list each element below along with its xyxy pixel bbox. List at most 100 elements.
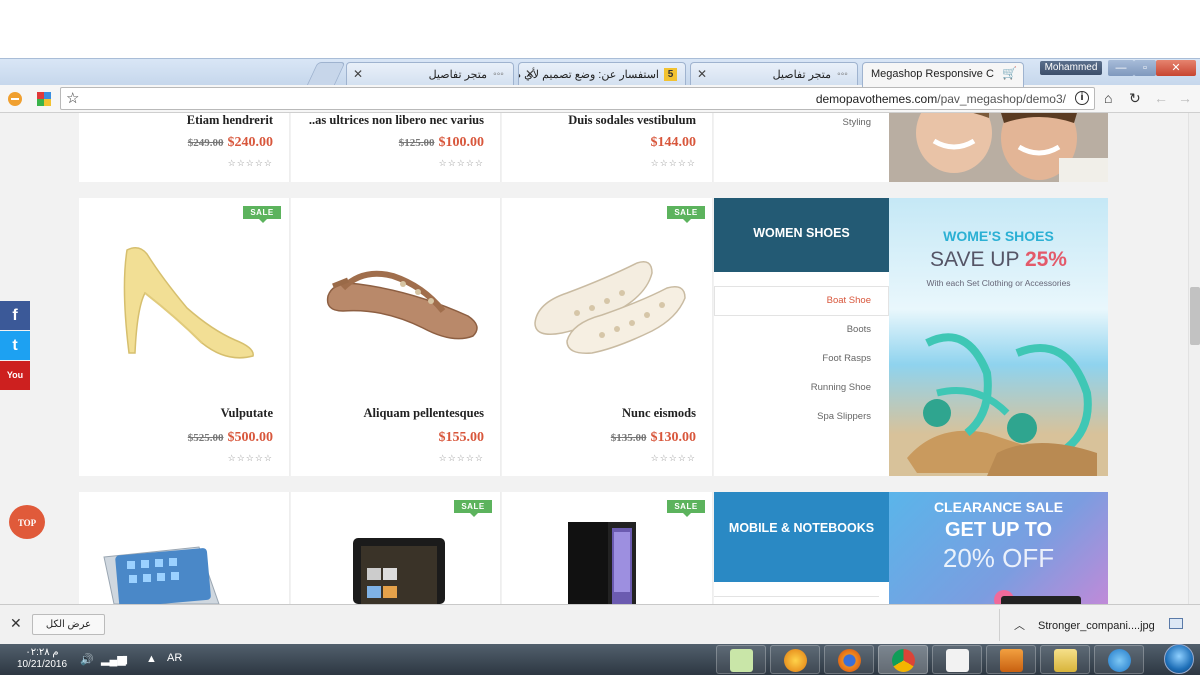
- taskbar-chrome[interactable]: [878, 645, 928, 674]
- category-item-boat-shoe[interactable]: Boat Shoe: [827, 295, 871, 306]
- taskbar-ie[interactable]: [1094, 645, 1144, 674]
- tab-title: Megashop Responsive C: [871, 68, 994, 80]
- product-image-tablet[interactable]: [353, 538, 445, 604]
- close-tab-icon[interactable]: ✕: [353, 67, 363, 81]
- forward-icon[interactable]: ←: [1154, 90, 1168, 106]
- couple-banner-image[interactable]: [889, 113, 1108, 182]
- minimize-button[interactable]: —: [1108, 60, 1134, 76]
- address-bar[interactable]: ☆ demopavothemes.com/pav_megashop/demo3/…: [60, 87, 1095, 110]
- taskbar-app-1[interactable]: [716, 645, 766, 674]
- extension-icon[interactable]: [8, 92, 22, 106]
- maximize-button[interactable]: ▫: [1134, 60, 1156, 76]
- product-price: $155.00: [439, 428, 485, 446]
- product-card[interactable]: SALE: [502, 492, 713, 604]
- mobile-notebooks-header[interactable]: MOBILE & NOTEBOOKS: [714, 492, 889, 582]
- rating-stars: ☆☆☆☆☆: [650, 158, 696, 168]
- product-card[interactable]: Duis sodales vestibulum $144.00 ☆☆☆☆☆: [502, 113, 713, 182]
- category-item[interactable]: Styling: [842, 117, 871, 128]
- product-card[interactable]: [79, 492, 290, 604]
- volume-icon[interactable]: 🔊: [80, 653, 94, 666]
- internet-explorer-icon: [1108, 649, 1131, 672]
- tab-store-1[interactable]: ✕ متجر تفاصيل ◦◦◦: [346, 62, 514, 86]
- site-info-icon[interactable]: i: [1075, 91, 1089, 105]
- banner-subtitle: With each Set Clothing or Accessories: [926, 278, 1071, 288]
- start-button[interactable]: [1164, 644, 1194, 674]
- category-item-spa-slippers[interactable]: Spa Slippers: [817, 411, 871, 422]
- tab-title: استفسار عن: وضع تصميم لأي م: [518, 69, 659, 81]
- product-image-phone-case[interactable]: [568, 522, 638, 604]
- product-card[interactable]: SALE Vulputate $525.00 $500.00 ☆☆☆☆☆: [79, 198, 290, 476]
- system-clock[interactable]: ۰۲:۲۸ م 10/21/2016: [12, 647, 72, 671]
- download-item[interactable]: ︿ Stronger_compani....jpg: [999, 609, 1189, 641]
- extension-grid-icon[interactable]: [37, 92, 51, 106]
- product-name[interactable]: Etiam hendrerit: [73, 113, 273, 128]
- product-card[interactable]: Etiam hendrerit $249.00 $240.00 ☆☆☆☆☆: [79, 113, 290, 182]
- close-tab-icon[interactable]: ✕: [697, 67, 707, 81]
- taskbar-app-5[interactable]: [932, 645, 982, 674]
- product-name[interactable]: ..as ultrices non libero nec varius: [284, 113, 484, 128]
- product-name[interactable]: Vulputate: [73, 406, 273, 421]
- womens-shoes-banner[interactable]: WOME'S SHOES SAVE UP 25% With each Set C…: [889, 198, 1108, 476]
- tray-expand-icon[interactable]: ▲: [146, 653, 157, 665]
- category-item-foot-rasps[interactable]: Foot Rasps: [822, 353, 871, 364]
- tab-store-2[interactable]: ✕ متجر تفاصيل ◦◦◦: [690, 62, 858, 86]
- product-row-2: SALE Vulputate $525.00 $500.00 ☆☆☆☆☆ Ali…: [79, 198, 1108, 476]
- old-price: $525.00: [187, 432, 224, 444]
- new-tab-button[interactable]: [306, 62, 346, 86]
- download-filename: Stronger_compani....jpg: [1038, 620, 1155, 632]
- category-item-boots[interactable]: Boots: [847, 324, 871, 335]
- reload-icon[interactable]: ↻: [1129, 90, 1141, 107]
- taskbar-firefox[interactable]: [824, 645, 874, 674]
- product-card[interactable]: ..as ultrices non libero nec varius $125…: [291, 113, 501, 182]
- product-image-loafers[interactable]: [527, 253, 692, 358]
- product-image-sandal[interactable]: [323, 266, 483, 346]
- youtube-icon[interactable]: You: [0, 361, 30, 390]
- home-icon[interactable]: ⌂: [1104, 90, 1112, 106]
- cart-icon: 🛒: [1002, 66, 1017, 80]
- product-row-1: Etiam hendrerit $249.00 $240.00 ☆☆☆☆☆ ..a…: [79, 113, 1108, 182]
- taskbar-app-6[interactable]: [986, 645, 1036, 674]
- close-window-button[interactable]: ✕: [1156, 60, 1196, 76]
- taskbar-app-2[interactable]: [770, 645, 820, 674]
- women-shoes-category-list: Boat Shoe Boots Foot Rasps Running Shoe …: [714, 272, 889, 476]
- tab-megashop[interactable]: Megashop Responsive C 🛒: [862, 62, 1024, 87]
- category-item-running-shoe[interactable]: Running Shoe: [811, 382, 871, 393]
- profile-button[interactable]: Mohammed: [1040, 61, 1102, 75]
- chevron-up-icon[interactable]: ︿: [1014, 617, 1025, 633]
- mobile-category-list: [714, 582, 889, 604]
- old-price: $125.00: [398, 137, 435, 149]
- sale-badge: SALE: [454, 500, 492, 517]
- product-card[interactable]: SALE: [291, 492, 501, 604]
- scrollbar-thumb[interactable]: [1190, 287, 1200, 345]
- close-download-bar-icon[interactable]: ✕: [10, 615, 22, 632]
- product-card[interactable]: SALE Nunc eismods $135.00 $130.00 ☆☆☆☆☆: [502, 198, 713, 476]
- url-path: /pav_megashop/demo3/: [937, 92, 1066, 106]
- product-price: $125.00 $100.00: [399, 133, 484, 151]
- taskbar-explorer[interactable]: [1040, 645, 1090, 674]
- current-price: $240.00: [227, 135, 274, 150]
- current-price: $144.00: [650, 135, 697, 150]
- product-name[interactable]: Duis sodales vestibulum: [496, 113, 696, 128]
- facebook-icon[interactable]: f: [0, 301, 30, 330]
- women-shoes-header[interactable]: WOMEN SHOES: [714, 198, 889, 272]
- product-image-tablet-stand[interactable]: [99, 537, 224, 604]
- product-name[interactable]: Aliquam pellentesques: [284, 406, 484, 421]
- twitter-icon[interactable]: t: [0, 331, 30, 360]
- back-to-top-button[interactable]: TOP: [9, 505, 45, 539]
- product-name[interactable]: Nunc eismods: [496, 406, 696, 421]
- banner-title: WOME'S SHOES: [943, 228, 1054, 244]
- paint-icon: [730, 649, 753, 672]
- site-favicon-icon: 5: [664, 68, 677, 81]
- back-icon[interactable]: →: [1178, 90, 1192, 106]
- power-icon[interactable]: ▮: [122, 653, 128, 666]
- divider: [714, 596, 879, 597]
- bookmark-star-icon[interactable]: ☆: [66, 89, 79, 107]
- clearance-sale-banner[interactable]: CLEARANCE SALE GET UP TO 20% OFF: [889, 492, 1108, 604]
- tab-inquiry[interactable]: ✕ استفسار عن: وضع تصميم لأي م 5: [518, 62, 686, 86]
- product-image-heel[interactable]: [117, 238, 257, 363]
- show-all-downloads-button[interactable]: عرض الكل: [32, 614, 105, 635]
- product-card[interactable]: Aliquam pellentesques $155.00 ☆☆☆☆☆: [291, 198, 501, 476]
- page-scrollbar[interactable]: [1188, 113, 1200, 604]
- sandals-image: [907, 333, 1097, 476]
- language-indicator[interactable]: AR: [167, 652, 182, 664]
